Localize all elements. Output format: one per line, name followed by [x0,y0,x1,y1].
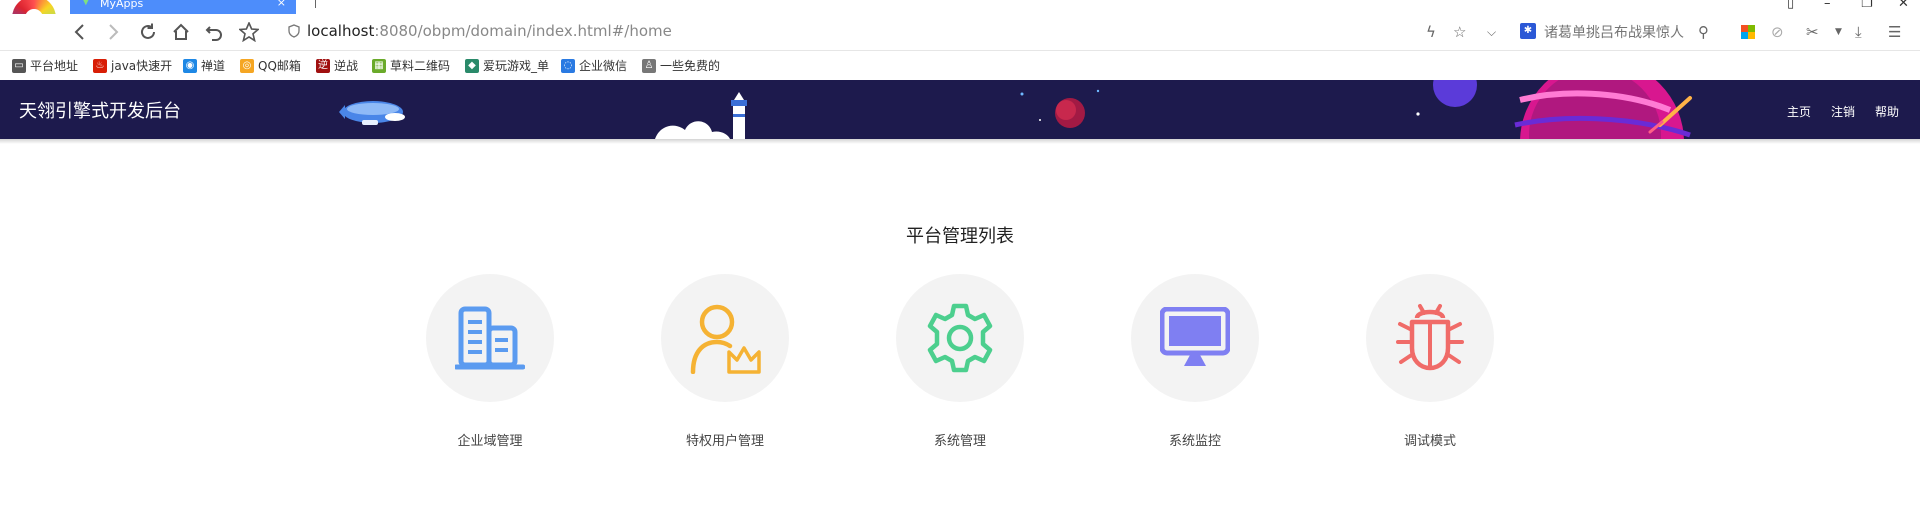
search-input[interactable] [1542,21,1696,45]
monitor-icon [1160,307,1230,366]
game-controller-icon[interactable]: ⊘ [1771,23,1784,41]
card-icon-circle [661,274,789,402]
qrcode-icon: ▦ [372,58,386,73]
lighthouse-icon [731,92,747,139]
home-icon[interactable] [170,21,192,43]
card-icon-circle [1366,274,1494,402]
search-box: ✱ [1520,21,1706,45]
bookmark-item[interactable]: 逆逆战 [316,57,358,74]
back-icon[interactable] [69,21,91,43]
card-label: 系统监控 [1168,434,1221,449]
bookmark-item[interactable]: ▭ 平台地址 [12,57,78,74]
bookmark-item[interactable]: ◆ 爱玩游戏_单 [465,57,549,74]
app-header: 天翎引擎式开发后台 主页 注销 帮助 [0,80,1920,139]
bookmark-label: 企业微信 [579,59,628,73]
bookmark-item[interactable]: ♨ java快速开 [93,57,172,74]
card-system-management[interactable]: 系统管理 [895,274,1025,449]
browser-toolbar: localhost:8080/obpm/domain/index.html#/h… [0,14,1920,51]
card-icon-circle [426,274,554,402]
card-icon-circle [1131,274,1259,402]
folder-icon: ▭ [12,58,26,73]
card-icon-circle [896,274,1024,402]
tab-title: MyApps [100,0,144,10]
bookmark-item[interactable]: ◌ 企业微信 [561,57,627,74]
tab-myapps[interactable]: ▼ MyApps × [70,0,296,14]
security-shield-icon[interactable] [288,24,300,38]
bookmark-label: 禅道 [201,59,226,73]
card-label: 特权用户管理 [685,434,764,449]
favorite-star-icon[interactable]: ☆ [1453,23,1466,41]
bookmark-item[interactable]: ▦ 草料二维码 [372,57,450,74]
building-icon [455,306,525,370]
bookmark-item[interactable]: ♙ 一些免费的 [642,57,720,74]
bookmark-label: 草料二维码 [390,59,451,73]
close-window-icon[interactable]: ✕ [1898,0,1909,11]
apps-grid-icon[interactable] [1741,25,1755,39]
search-icon[interactable]: ⚲ [1698,23,1709,41]
card-debug-mode[interactable]: 调试模式 [1365,274,1495,449]
bookmark-label: java快速开 [111,59,173,73]
bookmark-label: 逆战 [334,59,359,73]
undo-icon[interactable] [203,21,225,43]
address-bar[interactable]: localhost:8080/obpm/domain/index.html#/h… [307,22,672,40]
nav-logout-link[interactable]: 注销 [1831,103,1855,120]
bookmark-label: 一些免费的 [660,59,721,73]
maximize-icon[interactable]: ❐ [1861,0,1873,11]
tab-separator [315,0,316,8]
forward-icon[interactable] [102,21,124,43]
space-illustration [339,80,1692,139]
card-system-monitoring[interactable]: 系统监控 [1130,274,1260,449]
card-label: 企业域管理 [457,434,523,449]
gear-icon [927,303,993,373]
user-icon: ♙ [642,58,656,73]
bookmark-label: 平台地址 [30,59,79,73]
zentao-icon: ◉ [183,58,197,73]
url-host: localhost [307,22,375,40]
lightning-icon[interactable]: ϟ [1426,23,1436,41]
nav-help-link[interactable]: 帮助 [1875,103,1899,120]
pin-icon[interactable]: ▯ [1787,0,1794,11]
url-path: :8080/obpm/domain/index.html#/home [374,22,672,40]
admin-user-icon [690,304,761,374]
baidu-paw-icon[interactable]: ✱ [1520,23,1536,39]
card-label: 系统管理 [933,434,986,449]
bookmark-item[interactable]: ◎ QQ邮箱 [240,57,301,74]
card-privileged-user-management[interactable]: 特权用户管理 [660,274,790,449]
wecom-icon: ◌ [561,58,575,73]
download-icon[interactable]: ⤓ [1855,23,1862,41]
nav-home-link[interactable]: 主页 [1787,103,1811,120]
bug-icon [1396,304,1464,371]
bookmark-label: 爱玩游戏_单 [483,59,550,73]
scissors-icon[interactable]: ✂ [1806,23,1819,41]
bookmark-label: QQ邮箱 [258,59,301,73]
tab-favicon-icon: ▼ [82,0,90,7]
tab-strip: ▼ MyApps × ▯ – ❐ ✕ [0,0,1920,40]
nizhan-icon: 逆 [316,58,330,73]
page-title: 平台管理列表 [906,226,1014,247]
tab-close-icon[interactable]: × [277,0,286,8]
bookmark-star-icon[interactable] [238,21,260,43]
bookmark-item[interactable]: ◉ 禅道 [183,57,225,74]
java-icon: ♨ [93,58,107,73]
header-divider [0,139,1920,144]
game-icon: ◆ [465,58,479,73]
reload-icon[interactable] [137,21,159,43]
card-label: 调试模式 [1403,434,1456,449]
chevron-down-icon[interactable]: ⌵ [1487,25,1496,40]
card-domain-management[interactable]: 企业域管理 [425,274,555,449]
minimize-icon[interactable]: – [1824,0,1831,11]
scissors-menu-icon[interactable]: ▼ [1835,27,1842,37]
menu-icon[interactable]: ☰ [1888,23,1901,41]
qqmail-icon: ◎ [240,58,254,73]
airship-icon [339,101,405,125]
app-title: 天翎引擎式开发后台 [19,101,181,122]
bookmarks-bar: ▭ 平台地址 ♨ java快速开 ◉ 禅道 ◎ QQ邮箱 逆逆战 ▦ 草料二维码 ◆ 爱玩游戏_单 ◌ 企业… [0,51,1920,80]
